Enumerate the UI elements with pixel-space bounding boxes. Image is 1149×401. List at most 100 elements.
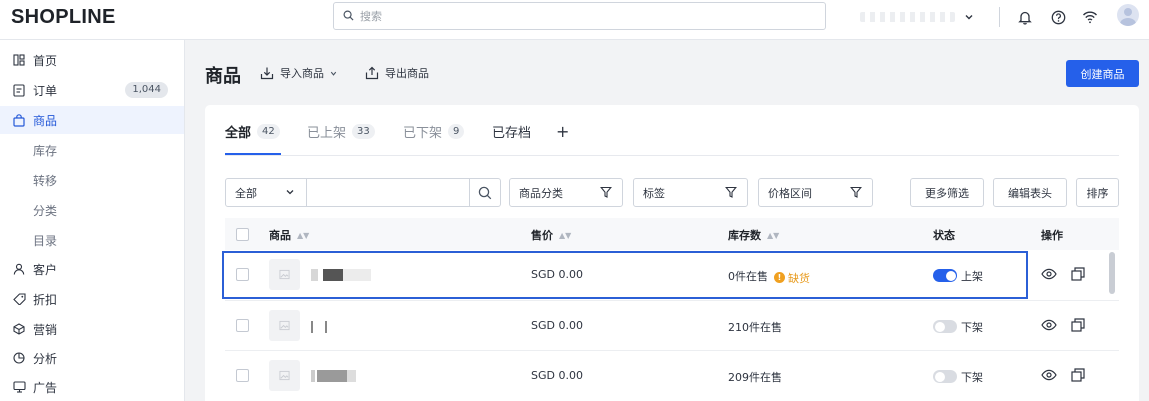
sidebar-item-ads[interactable]: 广告 — [0, 373, 184, 401]
preview-eye-icon[interactable] — [1041, 266, 1057, 282]
tag-filter[interactable]: 标签 — [633, 178, 748, 207]
sidebar-item-customers[interactable]: 客户 — [0, 255, 184, 283]
product-price: SGD 0.00 — [531, 369, 583, 382]
status-toggle[interactable] — [933, 320, 957, 333]
sort-button[interactable]: 排序 — [1076, 178, 1119, 207]
column-header-actions: 操作 — [1041, 229, 1063, 242]
more-filters-button[interactable]: 更多筛选 — [910, 178, 984, 207]
status-toggle[interactable] — [933, 370, 957, 383]
toolbar-divider — [999, 7, 1000, 27]
add-tab-icon[interactable]: + — [556, 122, 569, 141]
select-all-checkbox[interactable] — [236, 228, 249, 241]
avatar[interactable] — [1117, 4, 1139, 26]
orders-count-badge: 1,044 — [125, 82, 168, 98]
ads-icon — [12, 380, 26, 394]
row-checkbox[interactable] — [236, 369, 249, 382]
sidebar-item-products[interactable]: 商品 — [0, 106, 184, 134]
sidebar-item-label: 首页 — [33, 53, 58, 68]
category-filter-label: 商品分类 — [519, 186, 563, 200]
tab-archived[interactable]: 已存档 — [492, 122, 531, 141]
stock-count: 210件在售 — [728, 321, 782, 334]
tab-label: 全部 — [225, 126, 252, 141]
preview-eye-icon[interactable] — [1041, 317, 1057, 333]
scope-select[interactable]: 全部 — [225, 178, 307, 207]
duplicate-icon[interactable] — [1070, 367, 1086, 383]
image-placeholder-icon — [279, 320, 290, 331]
duplicate-icon[interactable] — [1070, 317, 1086, 333]
import-products-button[interactable]: 导入商品 — [260, 65, 344, 81]
tab-count: 33 — [352, 124, 375, 139]
sidebar-item-label: 库存 — [33, 143, 58, 158]
sidebar-item-analytics[interactable]: 分析 — [0, 344, 184, 372]
product-search-input[interactable] — [306, 178, 470, 207]
sidebar-item-orders[interactable]: 订单 1,044 — [0, 76, 184, 104]
export-products-label: 导出商品 — [385, 67, 429, 80]
duplicate-icon[interactable] — [1070, 266, 1086, 282]
table-scrollbar[interactable] — [1109, 252, 1115, 294]
filter-funnel-icon — [600, 186, 612, 198]
sidebar-item-label: 转移 — [33, 173, 58, 188]
sidebar-item-home[interactable]: 首页 — [0, 46, 184, 74]
tag-icon — [12, 292, 26, 306]
tab-all[interactable]: 全部 42 — [225, 122, 280, 141]
marketing-icon — [12, 322, 26, 336]
price-range-filter[interactable]: 价格区间 — [758, 178, 873, 207]
top-bar: SHOPLINE — [0, 0, 1149, 40]
row-divider — [225, 350, 1119, 351]
shopline-logo[interactable]: SHOPLINE — [11, 6, 116, 29]
column-header-price[interactable]: 售价 ▲▼ — [531, 227, 571, 243]
search-box[interactable] — [333, 2, 826, 30]
product-thumbnail[interactable] — [269, 360, 300, 391]
user-icon — [12, 262, 26, 276]
tab-listed[interactable]: 已上架 33 — [307, 122, 375, 141]
sidebar-item-label: 客户 — [33, 262, 58, 277]
filter-funnel-icon — [850, 186, 862, 198]
sidebar-item-label: 营销 — [33, 322, 58, 337]
export-products-button[interactable]: 导出商品 — [365, 65, 429, 81]
edit-columns-button[interactable]: 编辑表头 — [993, 178, 1067, 207]
help-icon[interactable] — [1048, 7, 1068, 27]
status-label: 下架 — [961, 321, 983, 334]
search-button[interactable] — [469, 178, 501, 207]
row-checkbox[interactable] — [236, 319, 249, 332]
chevron-down-icon — [330, 71, 337, 76]
sidebar-item-transfers[interactable]: 转移 — [0, 166, 184, 194]
tab-divider — [225, 155, 1119, 156]
chevron-down-icon[interactable] — [963, 11, 975, 23]
column-header-stock[interactable]: 库存数 ▲▼ — [728, 227, 779, 243]
chart-icon — [12, 351, 26, 365]
category-filter[interactable]: 商品分类 — [509, 178, 623, 207]
tag-filter-label: 标签 — [643, 186, 665, 200]
store-selector[interactable] — [860, 12, 955, 22]
product-thumbnail[interactable] — [269, 310, 300, 341]
scope-select-value: 全部 — [235, 186, 257, 200]
tab-unlisted[interactable]: 已下架 9 — [403, 122, 465, 141]
sidebar: 首页 订单 1,044 商品 库存 转移 分类 目录 客户 折扣 营销 分析 广… — [0, 40, 185, 401]
tab-label: 已存档 — [492, 126, 532, 141]
product-price: SGD 0.00 — [531, 319, 583, 332]
sidebar-item-marketing[interactable]: 营销 — [0, 315, 184, 343]
product-name-redacted[interactable] — [311, 370, 356, 382]
sidebar-item-label: 商品 — [33, 113, 58, 128]
import-icon — [260, 67, 274, 80]
row-divider — [225, 300, 1119, 301]
sidebar-item-discounts[interactable]: 折扣 — [0, 285, 184, 313]
preview-eye-icon[interactable] — [1041, 367, 1057, 383]
sort-icon: ▲▼ — [559, 230, 572, 240]
column-header-product[interactable]: 商品 ▲▼ — [269, 227, 309, 243]
wifi-icon[interactable] — [1080, 7, 1100, 27]
search-input[interactable] — [360, 7, 810, 25]
image-placeholder-icon — [279, 370, 290, 381]
import-products-label: 导入商品 — [280, 67, 324, 80]
create-product-button[interactable]: 创建商品 — [1066, 60, 1139, 87]
sort-icon: ▲▼ — [767, 230, 780, 240]
sidebar-item-categories[interactable]: 分类 — [0, 196, 184, 224]
sidebar-item-inventory[interactable]: 库存 — [0, 136, 184, 164]
selected-row-highlight — [222, 251, 1028, 299]
status-label: 下架 — [961, 371, 983, 384]
stock-count: 209件在售 — [728, 371, 782, 384]
product-name-redacted[interactable] — [311, 321, 331, 333]
sidebar-item-catalog[interactable]: 目录 — [0, 226, 184, 254]
bell-icon[interactable] — [1015, 7, 1035, 27]
tab-label: 已下架 — [403, 126, 443, 141]
